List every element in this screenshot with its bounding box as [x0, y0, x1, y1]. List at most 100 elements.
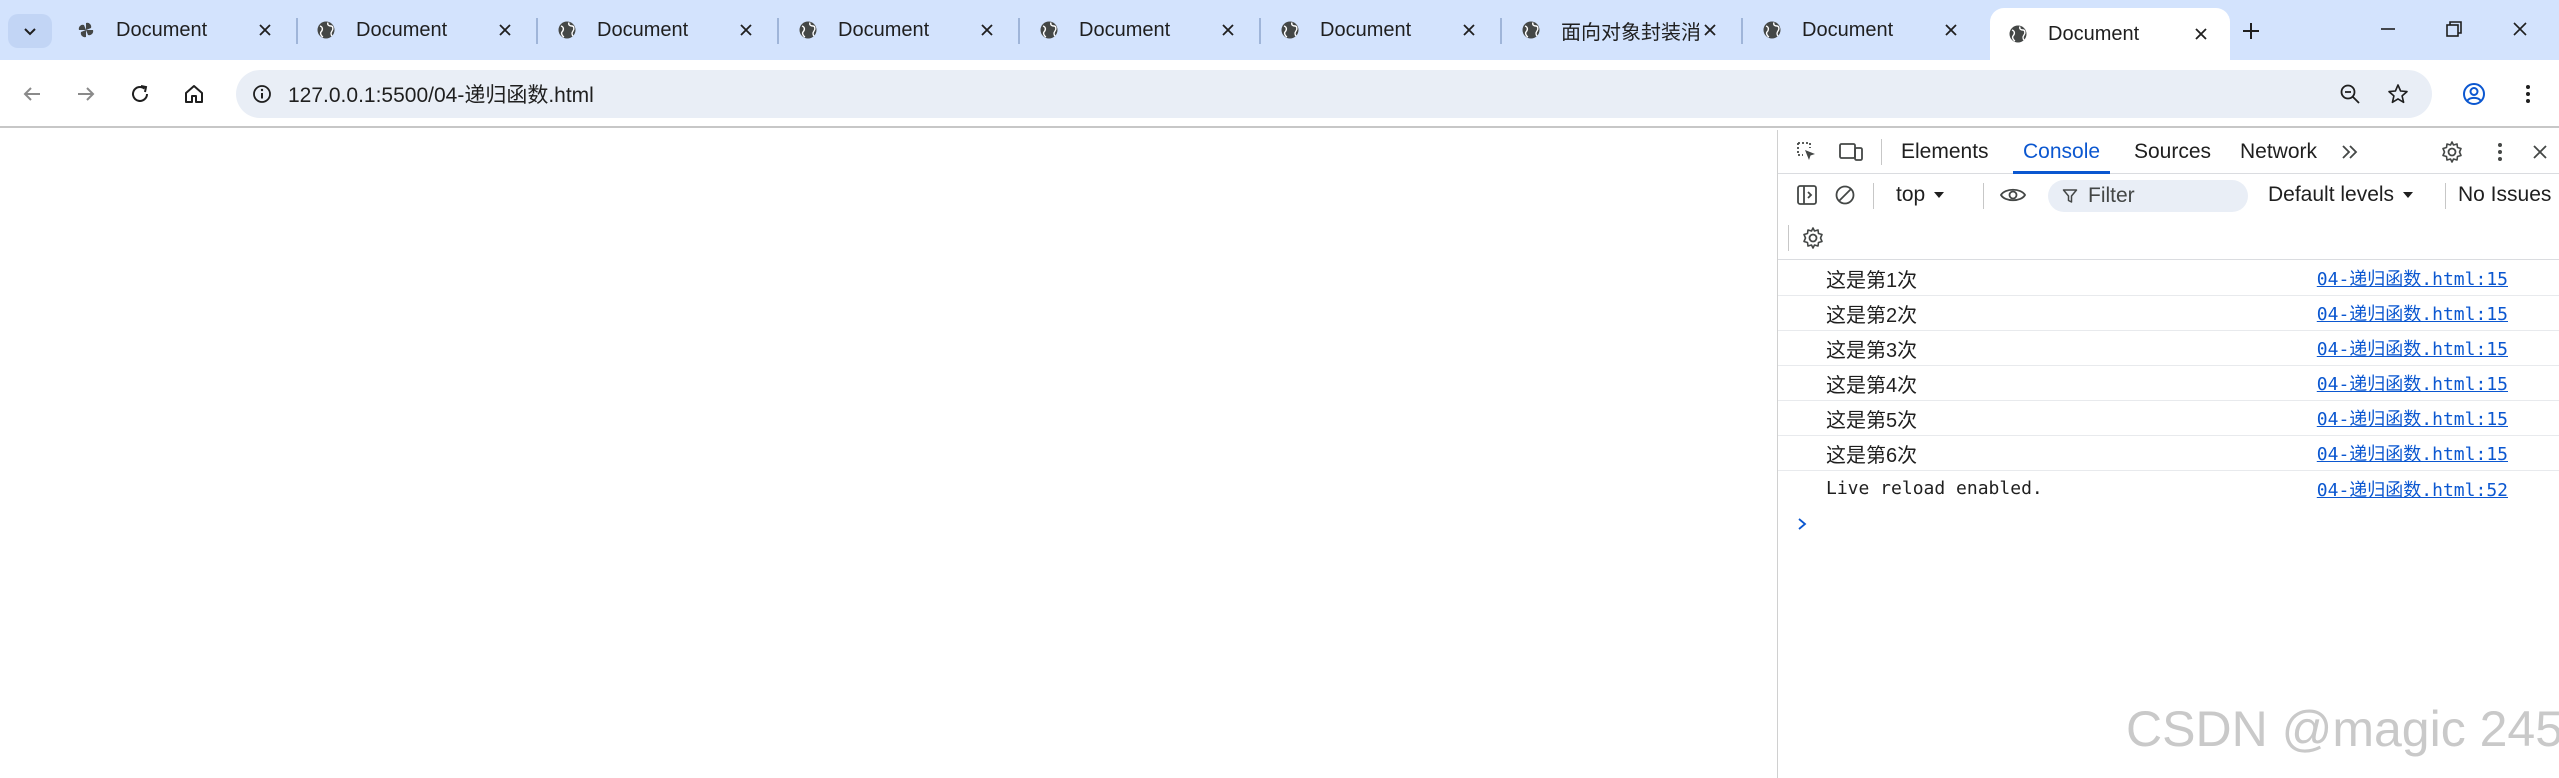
console-message: 这是第2次 04-递归函数.html:15 — [1778, 296, 2559, 331]
console-filter-bar: top Filter Default levels No Issues — [1778, 174, 2559, 216]
toolbar-divider — [1881, 139, 1882, 165]
tab-network[interactable]: Network — [2240, 130, 2317, 174]
tab-favicon — [1039, 20, 1059, 40]
console-source-link[interactable]: 04-递归函数.html:15 — [2317, 405, 2508, 431]
pinwheel-icon — [78, 22, 94, 38]
toolbar-divider — [1788, 225, 1789, 251]
console-settings-button[interactable] — [1796, 221, 1830, 255]
devtools-menu-button[interactable] — [2483, 135, 2517, 169]
profile-button[interactable] — [2456, 76, 2492, 112]
console-source-link[interactable]: 04-递归函数.html:15 — [2317, 265, 2508, 291]
globe-icon — [1522, 21, 1540, 39]
tab-separator — [1500, 18, 1502, 44]
tab-close-button[interactable] — [1217, 19, 1239, 41]
tab-separator — [536, 18, 538, 44]
levels-label: Default levels — [2268, 183, 2395, 206]
tab-title: 面向对象封装消息 — [1561, 21, 1699, 44]
tab-close-button[interactable] — [494, 19, 516, 41]
log-levels-dropdown[interactable]: Default levels — [2268, 178, 2414, 212]
browser-tab[interactable]: Document — [1744, 8, 1980, 52]
issues-counter[interactable]: No Issues — [2458, 178, 2551, 212]
close-devtools-button[interactable] — [2523, 135, 2557, 169]
eye-icon — [1999, 188, 2027, 202]
console-settings-row — [1778, 216, 2559, 260]
forward-button[interactable] — [68, 76, 104, 112]
tab-close-button[interactable] — [254, 19, 276, 41]
tab-title: Document — [2048, 22, 2140, 45]
tab-elements[interactable]: Elements — [1901, 130, 1989, 174]
clear-console-button[interactable] — [1828, 178, 1862, 212]
site-info-button[interactable] — [244, 76, 280, 112]
tab-console[interactable]: Console — [2012, 130, 2111, 174]
close-icon — [1463, 24, 1475, 36]
browser-tab[interactable]: Document — [780, 8, 1016, 52]
console-source-link[interactable]: 04-递归函数.html:15 — [2317, 335, 2508, 361]
console-source-link[interactable]: 04-递归函数.html:15 — [2317, 370, 2508, 396]
tab-close-button[interactable] — [1699, 19, 1721, 41]
browser-tab[interactable]: Document — [1262, 8, 1498, 52]
console-message-text: 这是第4次 — [1826, 374, 1918, 397]
console-source-link[interactable]: 04-递归函数.html:52 — [2317, 476, 2508, 502]
console-source-link[interactable]: 04-递归函数.html:15 — [2317, 300, 2508, 326]
device-toolbar-button[interactable] — [1834, 135, 1868, 169]
watermark: CSDN @magic 245 — [2126, 701, 2559, 757]
browser-tab[interactable]: Document — [298, 8, 534, 52]
browser-menu-button[interactable] — [2510, 76, 2546, 112]
arrow-left-icon — [23, 87, 40, 101]
home-button[interactable] — [176, 76, 212, 112]
context-selector[interactable]: top — [1896, 178, 1945, 212]
tab-strip: Document Document Document Document Document… — [0, 0, 2559, 60]
tab-close-button[interactable] — [1940, 19, 1962, 41]
browser-tab[interactable]: 面向对象封装消息 — [1503, 8, 1739, 52]
tab-separator — [777, 18, 779, 44]
devtools-settings-button[interactable] — [2435, 135, 2469, 169]
inspect-element-button[interactable] — [1790, 135, 1824, 169]
console-filter-input[interactable]: Filter — [2048, 180, 2248, 212]
browser-tab[interactable]: Document — [1990, 8, 2230, 60]
reload-icon — [132, 85, 148, 102]
tab-close-button[interactable] — [2190, 23, 2212, 45]
console-message: 这是第3次 04-递归函数.html:15 — [1778, 331, 2559, 366]
globe-icon — [799, 21, 817, 39]
reload-button[interactable] — [122, 76, 158, 112]
toggle-sidebar-button[interactable] — [1790, 178, 1824, 212]
console-message-text: 这是第5次 — [1826, 409, 1918, 432]
console-source-link[interactable]: 04-递归函数.html:15 — [2317, 440, 2508, 466]
minimize-button[interactable] — [2368, 14, 2408, 44]
tab-sources[interactable]: Sources — [2134, 130, 2211, 174]
close-icon — [981, 24, 993, 36]
chevron-right-icon — [1798, 518, 1807, 530]
globe-icon — [1763, 21, 1781, 39]
browser-tab[interactable]: Document — [58, 8, 294, 52]
tab-close-button[interactable] — [976, 19, 998, 41]
tab-close-button[interactable] — [1458, 19, 1480, 41]
console-prompt[interactable] — [1778, 506, 2559, 542]
tab-label: Elements — [1901, 140, 1989, 163]
close-icon — [1704, 24, 1716, 36]
restore-button[interactable] — [2434, 14, 2474, 44]
console-message-text: 这是第2次 — [1826, 304, 1918, 327]
address-bar[interactable]: 127.0.0.1:5500/04-递归函数.html — [236, 70, 2432, 118]
page-viewport — [0, 130, 1776, 778]
browser-tab[interactable]: Document — [1021, 8, 1257, 52]
console-message-text: 这是第6次 — [1826, 444, 1918, 467]
bookmark-button[interactable] — [2380, 76, 2416, 112]
tab-separator — [1259, 18, 1261, 44]
tab-search-button[interactable] — [8, 14, 52, 48]
profile-icon — [2463, 83, 2485, 105]
devtools-panel: Elements Console Sources Network top Fil… — [1777, 130, 2559, 778]
tab-close-button[interactable] — [735, 19, 757, 41]
block-icon — [1835, 185, 1855, 205]
console-message: Live reload enabled. 04-递归函数.html:52 — [1778, 471, 2559, 506]
close-window-button[interactable] — [2500, 14, 2540, 44]
filter-placeholder: Filter — [2088, 184, 2135, 207]
browser-tab[interactable]: Document — [539, 8, 775, 52]
new-tab-button[interactable] — [2236, 16, 2266, 46]
zoom-button[interactable] — [2332, 76, 2368, 112]
more-tabs-button[interactable] — [2333, 135, 2367, 169]
live-expression-button[interactable] — [1996, 178, 2030, 212]
close-icon — [1222, 24, 1234, 36]
tab-favicon — [316, 20, 336, 40]
url-text[interactable]: 127.0.0.1:5500/04-递归函数.html — [288, 79, 594, 109]
back-button[interactable] — [14, 76, 50, 112]
